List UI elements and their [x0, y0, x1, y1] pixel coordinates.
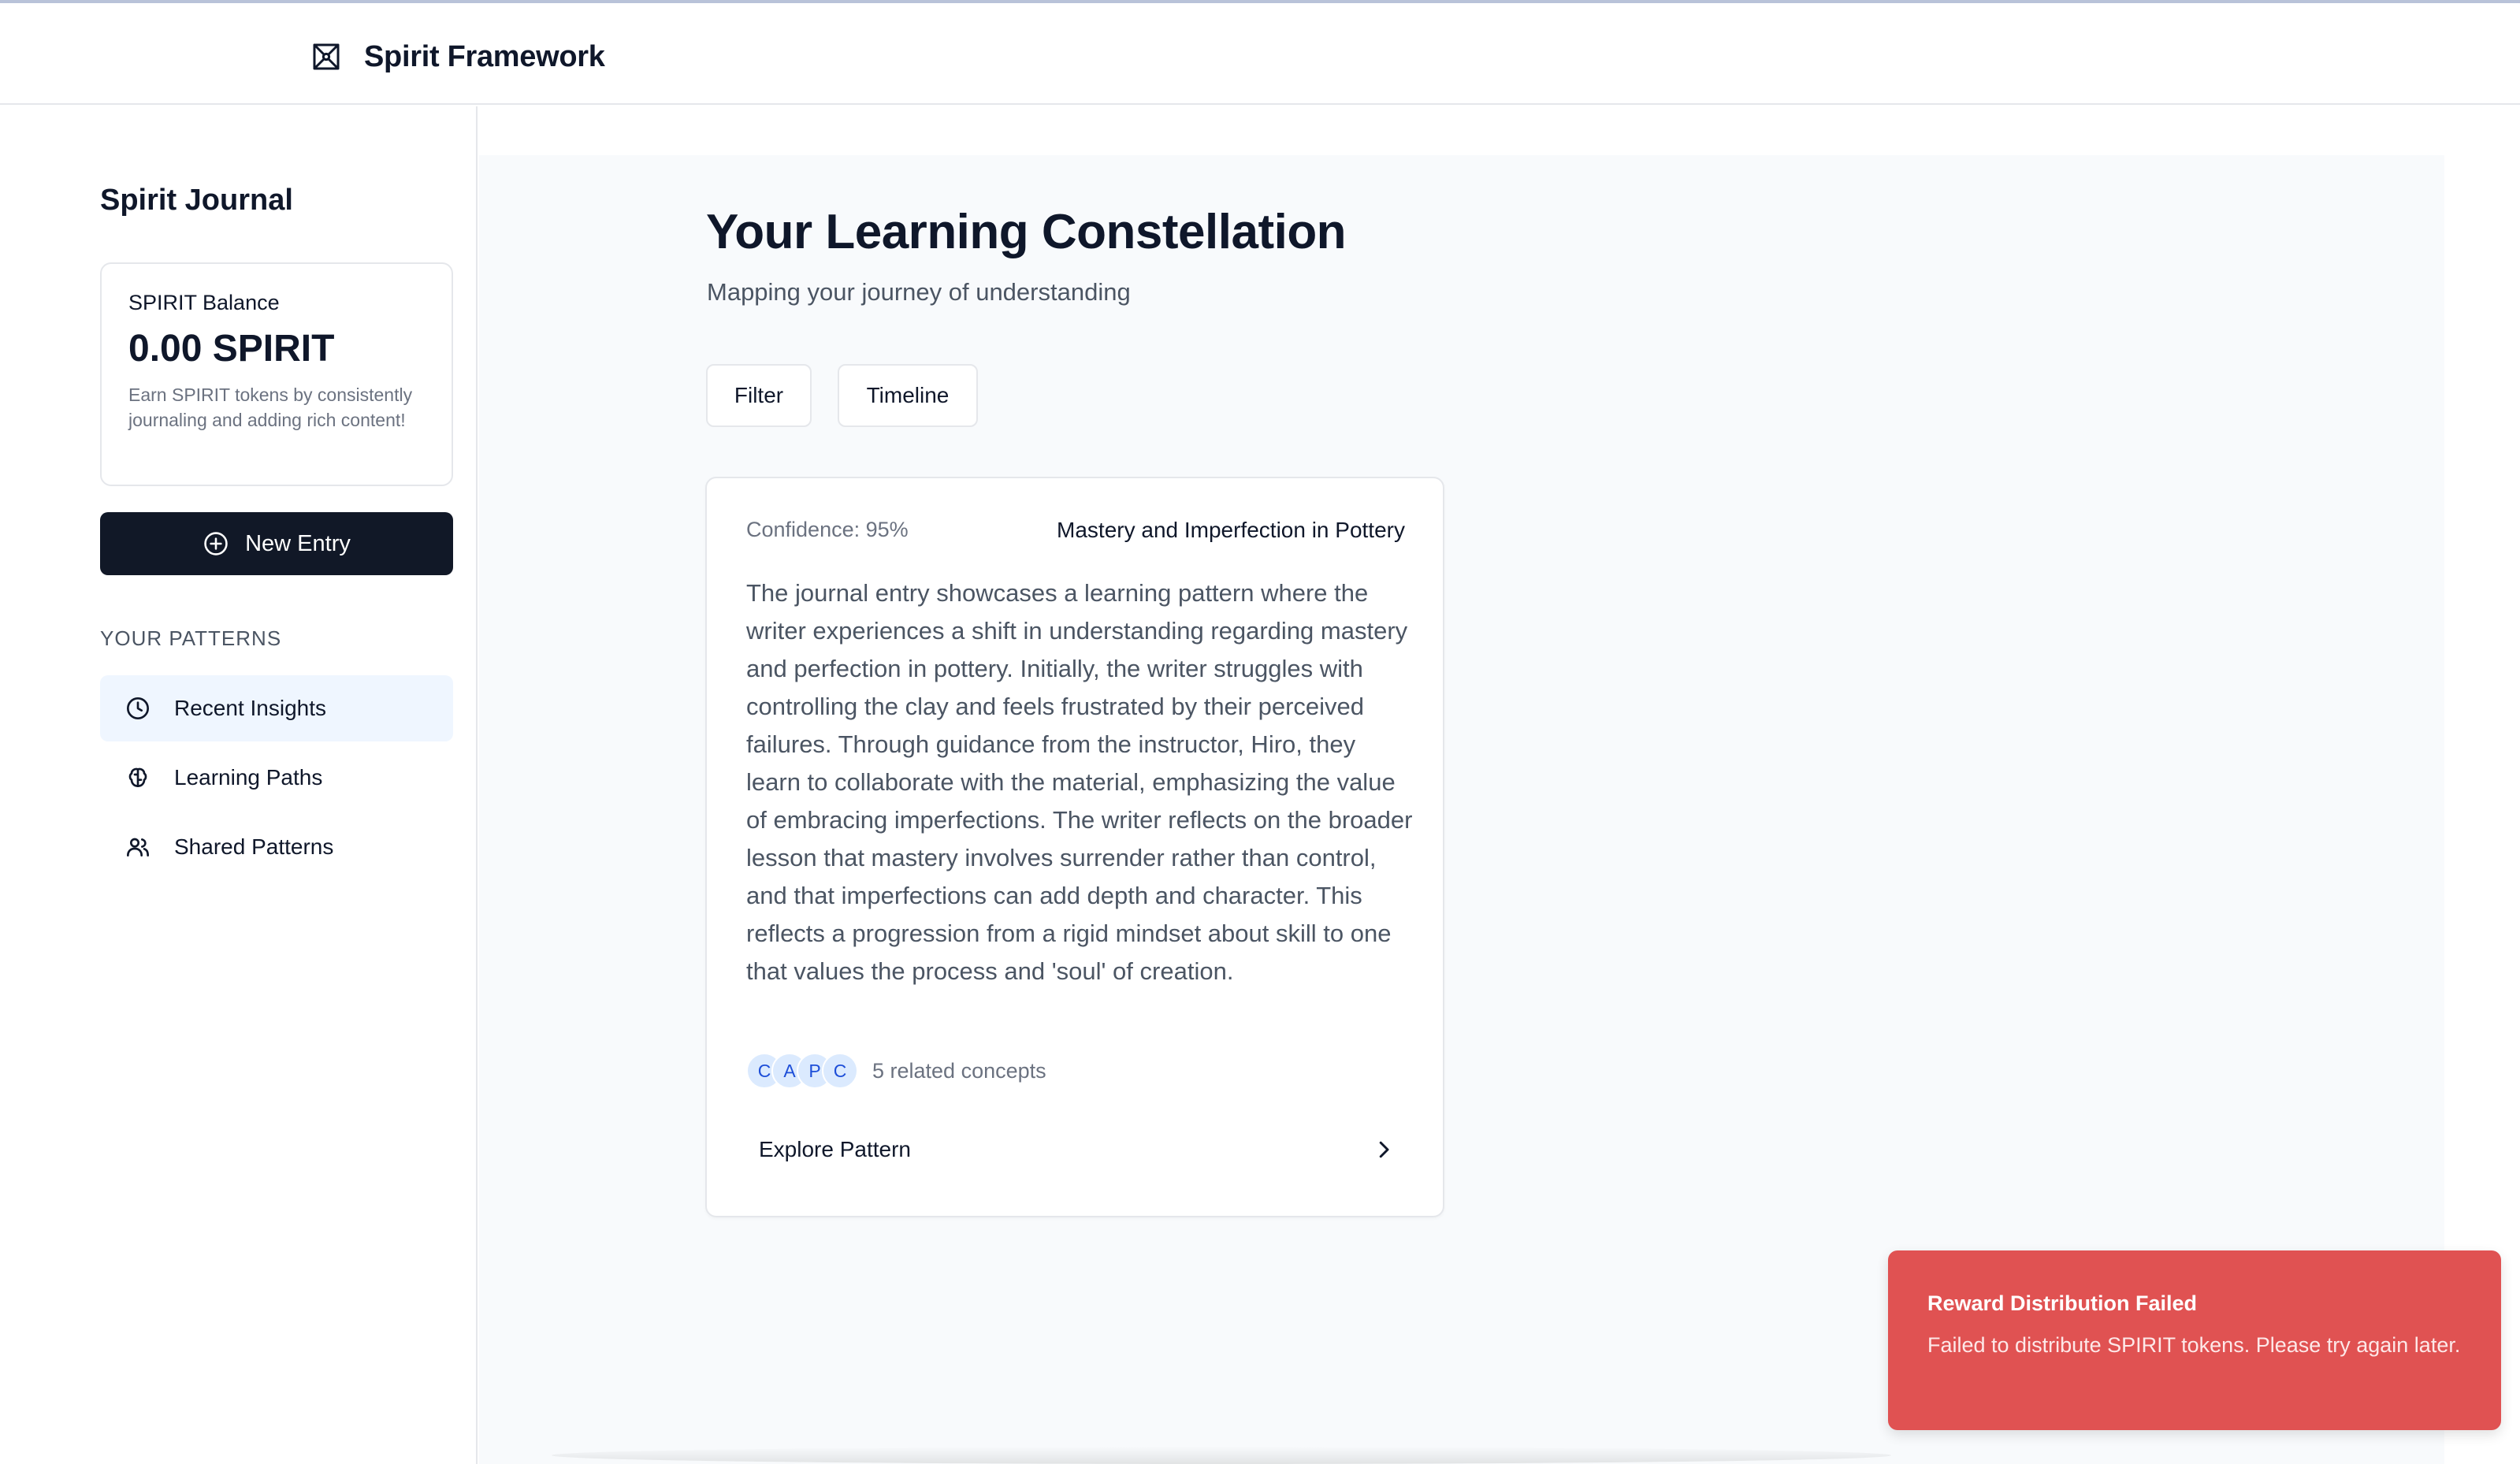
app-header: Spirit Framework: [0, 3, 2520, 105]
pattern-description: The journal entry showcases a learning p…: [746, 579, 1413, 985]
explore-pattern-label: Explore Pattern: [759, 1137, 911, 1161]
pattern-card: Confidence: 95% Mastery and Imperfection…: [705, 477, 1444, 1217]
sidebar-title: Spirit Journal: [100, 184, 293, 217]
toast-description: Failed to distribute SPIRIT tokens. Plea…: [1927, 1333, 2461, 1357]
network-icon: [313, 43, 340, 70]
clock-icon: [127, 697, 149, 719]
concept-chip: C: [822, 1053, 858, 1089]
pattern-title: Mastery and Imperfection in Pottery: [1057, 518, 1405, 542]
related-concepts: C A P C 5 related concepts: [746, 1052, 1046, 1090]
new-entry-button[interactable]: New Entry: [100, 512, 453, 575]
sidebar-item-label: Learning Paths: [174, 765, 323, 790]
related-concepts-count: 5 related concepts: [872, 1058, 1046, 1083]
toast-title: Reward Distribution Failed: [1927, 1291, 2198, 1315]
page-subtitle: Mapping your journey of understanding: [707, 278, 1131, 306]
error-toast[interactable]: Reward Distribution Failed Failed to dis…: [1888, 1250, 2501, 1430]
page-title: Your Learning Constellation: [706, 205, 1347, 259]
sidebar-item-recent-insights[interactable]: Recent Insights: [100, 675, 453, 741]
chevron-right-icon: [1379, 1141, 1389, 1158]
filter-button[interactable]: Filter: [706, 364, 812, 427]
sidebar-item-shared-patterns[interactable]: Shared Patterns: [100, 814, 453, 880]
plus-circle-icon: [204, 532, 228, 556]
timeline-button[interactable]: Timeline: [838, 364, 978, 427]
app-title[interactable]: Spirit Framework: [364, 35, 605, 79]
window-bottom-shadow: [552, 1447, 1891, 1464]
patterns-heading: YOUR PATTERNS: [100, 626, 282, 650]
sidebar-item-label: Recent Insights: [174, 696, 326, 720]
balance-label: SPIRIT Balance: [128, 291, 280, 314]
sidebar-item-learning-paths[interactable]: Learning Paths: [100, 745, 453, 811]
sidebar-item-label: Shared Patterns: [174, 834, 334, 859]
new-entry-label: New Entry: [245, 530, 351, 556]
balance-note: Earn SPIRIT tokens by consistently journ…: [128, 385, 413, 430]
brain-icon: [128, 767, 147, 787]
confidence-label: Confidence: 95%: [746, 518, 909, 541]
explore-pattern-button[interactable]: Explore Pattern: [734, 1117, 1419, 1183]
balance-amount: 0.00 SPIRIT: [128, 328, 335, 370]
sidebar: Spirit Journal SPIRIT Balance 0.00 SPIRI…: [0, 106, 478, 1464]
balance-card: SPIRIT Balance 0.00 SPIRIT Earn SPIRIT t…: [100, 262, 453, 486]
users-icon: [127, 838, 149, 856]
